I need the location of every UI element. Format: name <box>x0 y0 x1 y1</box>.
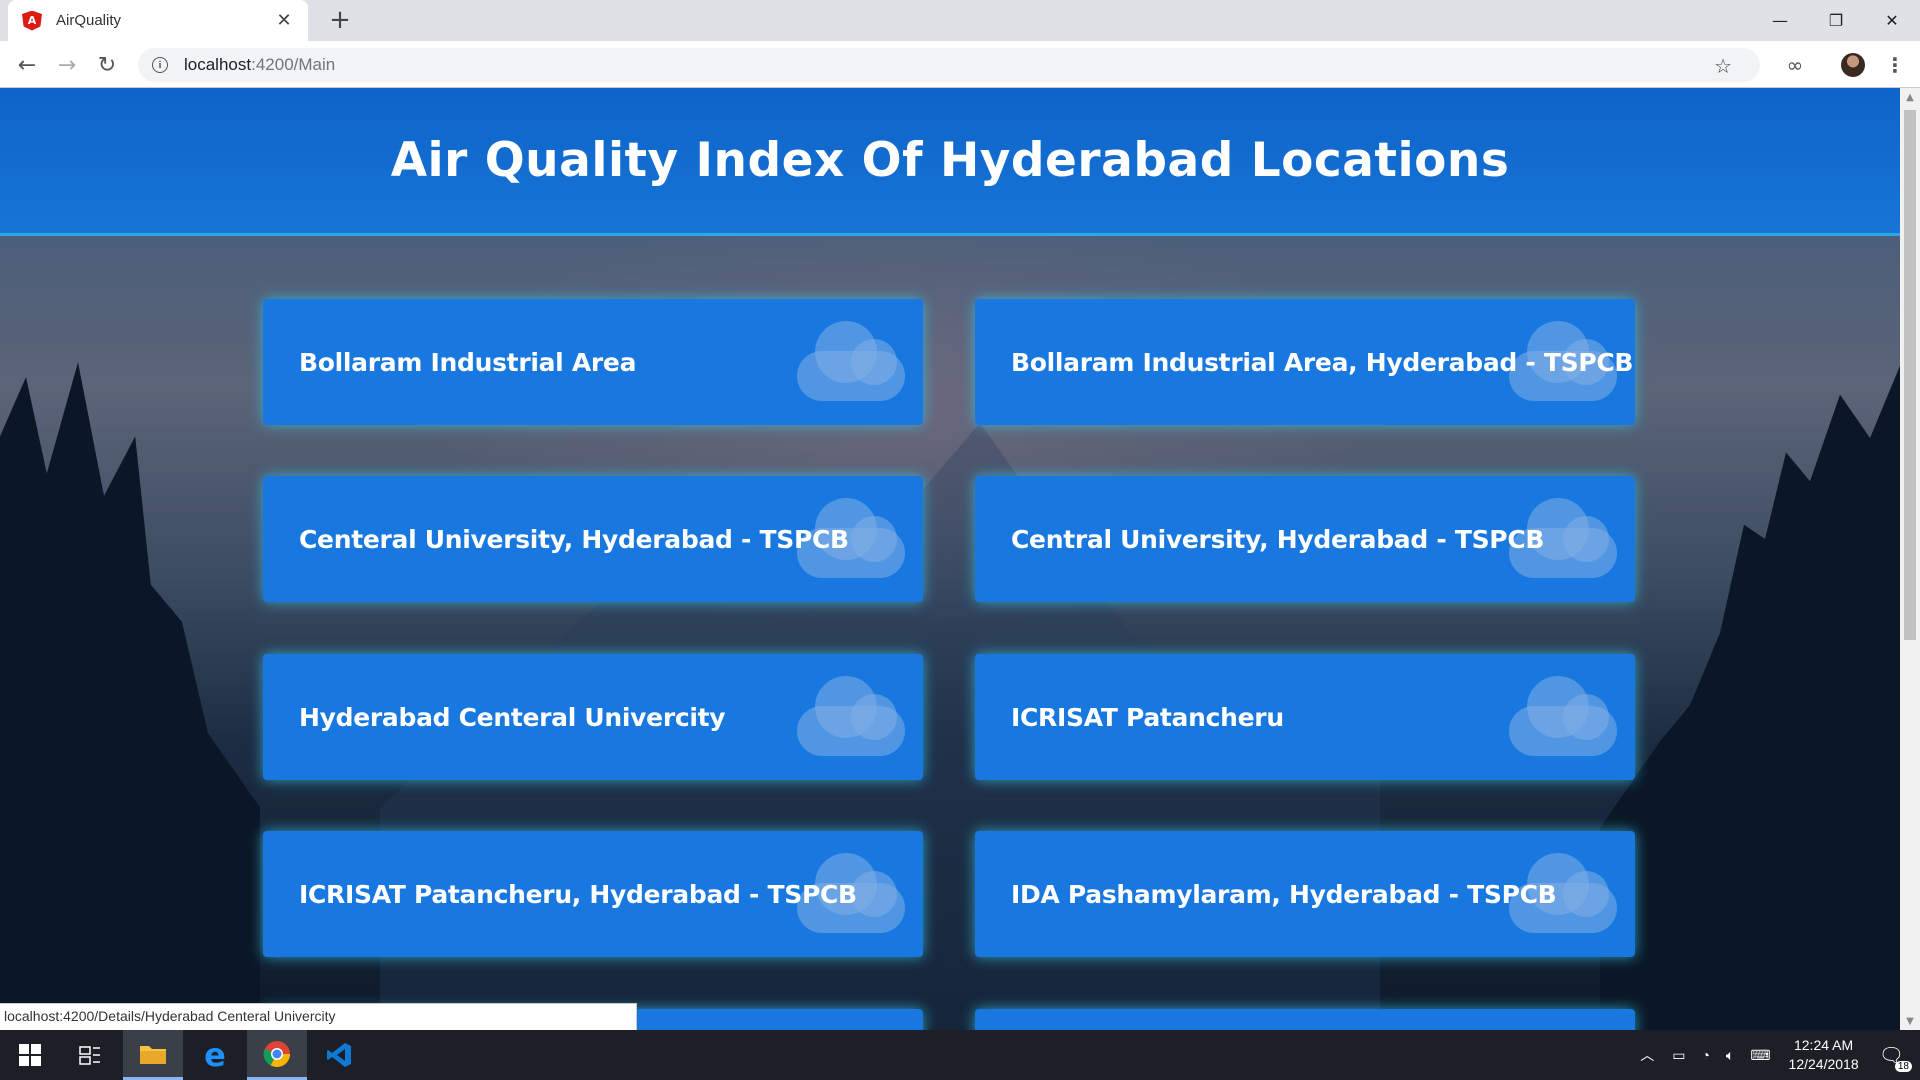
angular-icon: A <box>22 10 42 31</box>
avatar <box>1841 53 1865 77</box>
page-header: Air Quality Index Of Hyderabad Locations <box>0 88 1900 236</box>
cloud-icon <box>797 321 905 401</box>
location-label: ICRISAT Patancheru, Hyderabad - TSPCB <box>299 879 857 909</box>
clock-date: 12/24/2018 <box>1788 1056 1859 1072</box>
page-viewport: Air Quality Index Of Hyderabad Locations… <box>0 88 1900 1030</box>
info-icon[interactable]: i <box>152 57 168 73</box>
cloud-icon <box>797 676 905 756</box>
location-label: IDA Pashamylaram, Hyderabad - TSPCB <box>1011 879 1557 909</box>
background-trees-left <box>0 362 260 1030</box>
scroll-up-arrow[interactable]: ▲ <box>1900 88 1920 106</box>
minimize-button[interactable]: — <box>1752 0 1808 41</box>
location-label: ICRISAT Patancheru <box>1011 702 1284 732</box>
scroll-thumb[interactable] <box>1904 110 1916 640</box>
location-card[interactable]: Centeral University, Hyderabad - TSPCB <box>263 476 923 602</box>
wifi-icon[interactable]: ◔ <box>1701 1047 1709 1063</box>
chevron-up-icon[interactable]: ︿ <box>1640 1045 1654 1065</box>
location-card[interactable]: Bollaram Industrial Area <box>263 299 923 425</box>
volume-muted-icon[interactable]: 🔈︎ <box>1726 1047 1734 1064</box>
restore-button[interactable]: ❐ <box>1808 0 1864 41</box>
page-title: Air Quality Index Of Hyderabad Locations <box>390 133 1510 188</box>
location-card[interactable]: Hyderabad Centeral Univercity <box>263 654 923 780</box>
taskbar: e ︿ ▭ ◔ 🔈︎ ⌨ 12:24 AM 12/24/2018 🗨︎ 18 <box>0 1030 1920 1080</box>
battery-icon[interactable]: ▭ <box>1672 1047 1685 1064</box>
location-card[interactable]: ICRISAT Patancheru, Hyderabad - TSPCB <box>263 831 923 957</box>
new-tab-button[interactable]: + <box>325 6 355 36</box>
task-view-icon[interactable] <box>60 1030 120 1080</box>
notification-count: 18 <box>1894 1060 1912 1072</box>
file-explorer-icon[interactable] <box>123 1030 183 1080</box>
location-label: Central University, Hyderabad - TSPCB <box>1011 524 1545 554</box>
clock-time: 12:24 AM <box>1793 1037 1854 1053</box>
tab-title: AirQuality <box>56 12 122 29</box>
background-trees-right <box>1600 365 1900 1030</box>
scroll-down-arrow[interactable]: ▼ <box>1900 1012 1920 1030</box>
tab-airquality[interactable]: A AirQuality ✕ <box>8 0 308 41</box>
location-label: Hyderabad Centeral Univercity <box>299 702 726 732</box>
forward-button[interactable]: → <box>52 50 82 80</box>
keyboard-icon[interactable]: ⌨ <box>1750 1047 1770 1064</box>
vertical-scrollbar[interactable]: ▲ ▼ <box>1900 88 1920 1030</box>
edge-browser-icon[interactable]: e <box>185 1030 245 1080</box>
location-label: Bollaram Industrial Area <box>299 347 637 377</box>
location-card[interactable]: Central University, Hyderabad - TSPCB <box>975 476 1635 602</box>
notification-icon[interactable]: 🗨︎ 18 <box>1879 1043 1912 1072</box>
system-tray: ︿ ▭ ◔ 🔈︎ ⌨ 12:24 AM 12/24/2018 🗨︎ 18 <box>1630 1030 1920 1080</box>
location-card[interactable] <box>975 1009 1635 1030</box>
address-bar[interactable]: i localhost:4200/Main ☆ <box>138 48 1760 82</box>
location-label: Bollaram Industrial Area, Hyderabad - TS… <box>1011 347 1634 377</box>
link-status-bubble: localhost:4200/Details/Hyderabad Centera… <box>0 1003 637 1030</box>
windows-start-icon[interactable] <box>0 1030 60 1080</box>
cloud-icon <box>1509 676 1617 756</box>
close-icon[interactable]: ✕ <box>274 10 294 31</box>
browser-toolbar: ← → ↻ i localhost:4200/Main ☆ ∞ ⋮ <box>0 41 1920 88</box>
menu-kebab-icon[interactable]: ⋮ <box>1880 50 1910 80</box>
vscode-icon[interactable] <box>309 1030 369 1080</box>
bookmark-star-icon[interactable]: ☆ <box>1714 54 1732 78</box>
reload-button[interactable]: ↻ <box>92 50 122 80</box>
location-label: Centeral University, Hyderabad - TSPCB <box>299 524 849 554</box>
chrome-icon[interactable] <box>247 1030 307 1080</box>
extension-infinity-icon[interactable]: ∞ <box>1780 50 1810 80</box>
clock[interactable]: 12:24 AM 12/24/2018 <box>1789 1036 1859 1074</box>
tab-strip: A AirQuality ✕ + — ❐ ✕ <box>0 0 1920 41</box>
close-window-button[interactable]: ✕ <box>1864 0 1920 41</box>
back-button[interactable]: ← <box>12 50 42 80</box>
profile-avatar[interactable] <box>1838 50 1868 80</box>
url-text: localhost:4200/Main <box>184 55 336 74</box>
location-card[interactable]: Bollaram Industrial Area, Hyderabad - TS… <box>975 299 1635 425</box>
location-card[interactable]: ICRISAT Patancheru <box>975 654 1635 780</box>
location-card[interactable]: IDA Pashamylaram, Hyderabad - TSPCB <box>975 831 1635 957</box>
